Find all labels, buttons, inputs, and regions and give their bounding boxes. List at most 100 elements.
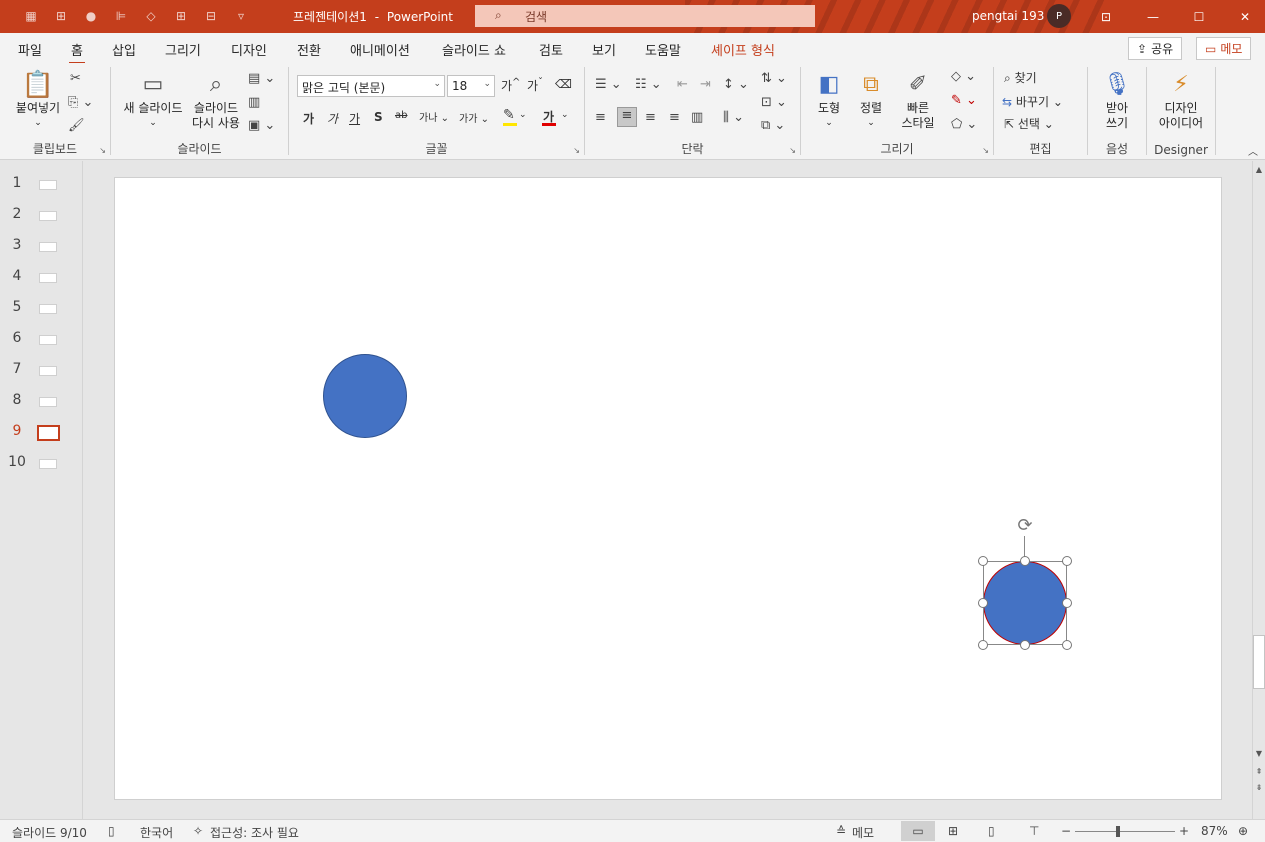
previous-slide-icon[interactable]: ⇞	[1253, 767, 1265, 776]
design-ideas-button[interactable]: ⚡ 디자인 아이디어	[1151, 69, 1211, 131]
save-icon[interactable]: ▦	[22, 7, 40, 25]
slide-canvas[interactable]	[114, 177, 1222, 800]
slide-thumbnail[interactable]: 10	[0, 452, 82, 476]
format-painter-icon[interactable]: 🖌	[68, 118, 85, 133]
shapes-button[interactable]: ◧ 도형 ⌄	[811, 69, 847, 131]
tab-draw[interactable]: 그리기	[165, 40, 201, 59]
scroll-up-icon[interactable]: ▲	[1253, 165, 1265, 174]
comments-button[interactable]: ▭ 메모	[1196, 37, 1252, 60]
font-size-combo[interactable]: 18 ⌄	[447, 75, 495, 97]
shape-fill-icon[interactable]: ◇ ⌄	[951, 69, 976, 84]
ribbon-display-icon[interactable]: ⊡	[1083, 0, 1129, 33]
underline-button[interactable]: 가	[349, 110, 360, 127]
slide-thumbnail[interactable]: 1	[0, 173, 82, 197]
dialog-launcher-icon[interactable]: ↘	[789, 146, 796, 155]
customize-qat-icon[interactable]: ▿	[232, 7, 250, 25]
present-icon[interactable]: ⊞	[52, 7, 70, 25]
tab-help[interactable]: 도움말	[645, 40, 681, 59]
resize-handle[interactable]	[1062, 598, 1072, 608]
reuse-slides-button[interactable]: ⌕ 슬라이드 다시 사용	[187, 69, 245, 131]
find-button[interactable]: ⌕ 찾기	[1004, 69, 1037, 86]
tab-design[interactable]: 디자인	[231, 40, 267, 59]
tab-home[interactable]: 홈	[69, 40, 85, 65]
next-slide-icon[interactable]: ⇟	[1253, 783, 1265, 792]
notes-icon[interactable]: ≙	[836, 824, 846, 838]
shape-outline-icon[interactable]: ✎ ⌄	[951, 93, 977, 108]
dialog-launcher-icon[interactable]: ↘	[99, 146, 106, 155]
chevron-down-icon[interactable]: ⌄	[561, 110, 569, 120]
align-icon[interactable]: ⊫	[112, 7, 130, 25]
shrink-font-icon[interactable]: 가ˇ	[527, 77, 543, 94]
slideshow-icon[interactable]: ⊤	[1029, 824, 1039, 838]
table-icon[interactable]: ⊞	[172, 7, 190, 25]
dictate-button[interactable]: 🎙 받아 쓰기	[1094, 69, 1140, 131]
smartart-icon[interactable]: ⧉ ⌄	[761, 118, 785, 133]
tab-shape-format[interactable]: 셰이프 형식	[711, 40, 775, 59]
cut-icon[interactable]: ✂	[70, 71, 81, 86]
dialog-launcher-icon[interactable]: ↘	[573, 146, 580, 155]
autosave-icon[interactable]: ●	[82, 7, 100, 25]
align-right-icon[interactable]: ≡	[645, 110, 656, 125]
zoom-slider[interactable]	[1075, 831, 1175, 832]
font-name-combo[interactable]: 맑은 고딕 (본문) ⌄	[297, 75, 445, 97]
shape-effects-icon[interactable]: ⬠ ⌄	[951, 117, 977, 132]
slide-thumbnail[interactable]: 8	[0, 390, 82, 414]
slide-sorter-icon[interactable]: ⊞	[948, 824, 958, 838]
circle-shape[interactable]	[323, 354, 407, 438]
strikethrough-button[interactable]: ab	[395, 110, 407, 121]
resize-handle[interactable]	[1020, 640, 1030, 650]
align-center-icon[interactable]: ≡	[617, 107, 637, 127]
vertical-scrollbar[interactable]: ▲ ▼ ⇞ ⇟	[1252, 161, 1265, 819]
tab-file[interactable]: 파일	[18, 40, 42, 59]
avatar[interactable]: P	[1047, 4, 1071, 28]
resize-handle[interactable]	[1020, 556, 1030, 566]
rotate-icon[interactable]: ⟳	[1013, 515, 1037, 537]
text-direction-icon[interactable]: ⇅ ⌄	[761, 71, 787, 86]
clear-format-icon[interactable]: ⌫	[555, 77, 572, 91]
collapse-ribbon-icon[interactable]: ︿	[1248, 143, 1258, 158]
minimize-icon[interactable]: —	[1130, 0, 1176, 33]
maximize-icon[interactable]: ☐	[1176, 0, 1222, 33]
replace-button[interactable]: ⇆ 바꾸기 ⌄	[1002, 93, 1063, 110]
normal-view-icon[interactable]: ▭	[901, 821, 935, 841]
slide-thumbnail[interactable]: 5	[0, 297, 82, 321]
numbering-icon[interactable]: ☷ ⌄	[635, 77, 662, 92]
distributed-icon[interactable]: ▥	[691, 110, 703, 125]
tab-slideshow[interactable]: 슬라이드 쇼	[442, 40, 506, 59]
zoom-level[interactable]: 87%	[1201, 824, 1228, 838]
spellcheck-icon[interactable]: ▯	[108, 824, 115, 838]
slide-thumbnail[interactable]: 3	[0, 235, 82, 259]
shadow-button[interactable]: S	[374, 110, 383, 124]
quick-styles-button[interactable]: ✐ 빠른 스타일	[893, 69, 943, 131]
tab-review[interactable]: 검토	[539, 40, 563, 59]
resize-handle[interactable]	[1062, 556, 1072, 566]
columns-icon[interactable]: ⫼ ⌄	[723, 110, 744, 125]
fit-to-window-icon[interactable]: ⊕	[1238, 824, 1248, 838]
change-case-button[interactable]: 가가 ⌄	[459, 110, 489, 125]
tab-insert[interactable]: 삽입	[112, 40, 136, 59]
reading-view-icon[interactable]: ▯	[988, 824, 995, 838]
zoom-slider-thumb[interactable]	[1116, 826, 1120, 837]
resize-handle[interactable]	[1062, 640, 1072, 650]
arrange-button[interactable]: ⧉ 정렬 ⌄	[853, 69, 889, 131]
slide-thumbnail-selected[interactable]: 9	[0, 421, 82, 445]
share-button[interactable]: ⇪ 공유	[1128, 37, 1183, 60]
slide-thumbnail[interactable]: 2	[0, 204, 82, 228]
section-icon[interactable]: ▣ ⌄	[248, 118, 275, 133]
scroll-thumb[interactable]	[1253, 635, 1265, 689]
tab-transitions[interactable]: 전환	[297, 40, 321, 59]
zoom-out-button[interactable]: −	[1061, 824, 1071, 838]
slide-thumbnail[interactable]: 7	[0, 359, 82, 383]
user-name[interactable]: pengtai 193	[972, 9, 1044, 23]
paste-button[interactable]: 📋 붙여넣기 ⌄	[10, 69, 66, 131]
folder-icon[interactable]: ⊟	[202, 7, 220, 25]
bold-button[interactable]: 가	[303, 110, 314, 127]
new-slide-button[interactable]: ▭ 새 슬라이드 ⌄	[119, 69, 187, 131]
shapes-icon[interactable]: ◇	[142, 7, 160, 25]
line-spacing-icon[interactable]: ↕ ⌄	[723, 77, 749, 92]
select-button[interactable]: ⇱ 선택 ⌄	[1004, 115, 1054, 132]
tab-view[interactable]: 보기	[592, 40, 616, 59]
slide-thumbnail[interactable]: 4	[0, 266, 82, 290]
align-left-icon[interactable]: ≡	[595, 110, 606, 125]
accessibility-status[interactable]: 접근성: 조사 필요	[210, 824, 299, 841]
